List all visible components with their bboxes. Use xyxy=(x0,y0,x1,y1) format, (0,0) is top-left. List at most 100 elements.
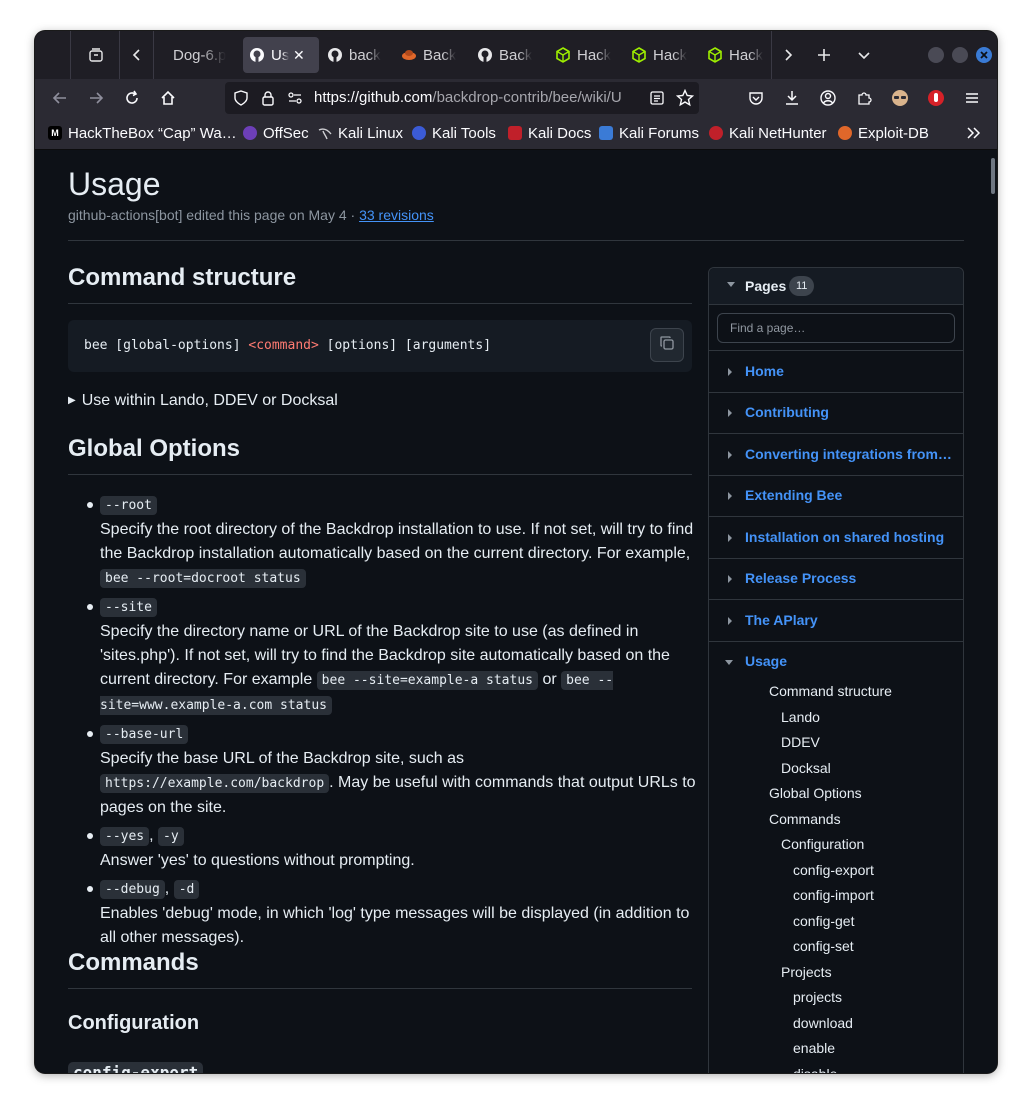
tab-manager-icon[interactable] xyxy=(80,39,112,71)
extensions-icon[interactable] xyxy=(850,84,878,112)
reader-view-icon[interactable] xyxy=(649,90,665,111)
kali-docs-icon xyxy=(508,126,522,140)
menu-hamburger-icon[interactable] xyxy=(958,84,986,112)
toc-item[interactable]: download xyxy=(793,1015,853,1031)
browser-window: Dog-6.p Us ✕ back Back Back Hack Hack Ha… xyxy=(35,31,997,1073)
toc-item[interactable]: Command structure xyxy=(769,683,892,699)
pages-count-badge: 11 xyxy=(789,276,815,296)
tracking-protection-shield-icon[interactable] xyxy=(233,90,249,111)
bookmark-kali-forums[interactable]: Kali Forums xyxy=(599,123,699,143)
code-part: [options] [arguments] xyxy=(318,338,492,353)
extension-red-icon[interactable] xyxy=(922,84,950,112)
close-tab-icon[interactable]: ✕ xyxy=(293,47,305,64)
pocket-icon[interactable] xyxy=(742,84,770,112)
sidebar-item-the-aplary[interactable]: The APlary xyxy=(745,612,953,628)
code-block: bee [global-options] <command> [options]… xyxy=(68,320,692,372)
close-window-button[interactable] xyxy=(976,47,992,63)
find-page-input[interactable] xyxy=(718,314,962,342)
bookmark-label: Kali Linux xyxy=(338,124,404,142)
details-lando-ddev-docksal[interactable]: ▶ Use within Lando, DDEV or Docksal xyxy=(68,392,338,410)
sidebar-item-usage[interactable]: Usage xyxy=(745,653,953,669)
bookmark-hackthebox-cap[interactable]: M HackTheBox “Cap” Wa… xyxy=(48,123,237,143)
expand-arrow-icon[interactable] xyxy=(728,617,732,625)
copy-button[interactable] xyxy=(650,328,684,362)
scroll-tabs-right-icon[interactable] xyxy=(772,39,804,71)
tab-hackthebox-1[interactable]: Hack xyxy=(555,37,613,73)
pages-header[interactable]: Pages 11 xyxy=(709,268,963,305)
home-icon[interactable] xyxy=(154,84,182,112)
toc-item[interactable]: DDEV xyxy=(781,734,820,750)
reload-icon[interactable] xyxy=(118,84,146,112)
downloads-icon[interactable] xyxy=(778,84,806,112)
sidebar-item-converting-integrations[interactable]: Converting integrations from… xyxy=(745,446,953,462)
toc-item[interactable]: config-export xyxy=(793,862,874,878)
sidebar-item-release-process[interactable]: Release Process xyxy=(745,570,953,586)
forward-arrow-icon[interactable] xyxy=(82,84,110,112)
toc-item[interactable]: projects xyxy=(793,989,842,1005)
expand-arrow-icon[interactable] xyxy=(728,575,732,583)
divider xyxy=(709,475,963,476)
back-arrow-icon[interactable] xyxy=(46,84,74,112)
toc-item[interactable]: Configuration xyxy=(781,836,864,852)
bookmark-kali-tools[interactable]: Kali Tools xyxy=(412,123,496,143)
url-text[interactable]: https://github.com/backdrop-contrib/bee/… xyxy=(314,89,634,106)
scroll-tabs-left-icon[interactable] xyxy=(121,39,153,71)
toc-item[interactable]: config-set xyxy=(793,938,854,954)
tab-backdrop[interactable]: Back xyxy=(401,37,459,73)
expand-arrow-icon[interactable] xyxy=(728,492,732,500)
bookmark-kali-nethunter[interactable]: Kali NetHunter xyxy=(709,123,827,143)
bookmark-offsec[interactable]: OffSec xyxy=(243,123,309,143)
new-tab-icon[interactable] xyxy=(808,39,840,71)
sidebar-item-extending-bee[interactable]: Extending Bee xyxy=(745,487,953,503)
tab-usage-active[interactable]: Us ✕ xyxy=(243,37,319,73)
divider xyxy=(709,641,963,642)
more-bookmarks-chevron-icon[interactable] xyxy=(966,123,982,143)
toc-item[interactable]: Projects xyxy=(781,964,832,980)
permissions-icon[interactable] xyxy=(287,90,303,111)
tab-dog6[interactable]: Dog-6.p xyxy=(163,37,229,73)
toc-item[interactable]: Commands xyxy=(769,811,841,827)
sidebar-item-home[interactable]: Home xyxy=(745,363,953,379)
bookmark-star-icon[interactable] xyxy=(675,88,695,112)
toc-item[interactable]: config-import xyxy=(793,887,874,903)
copy-icon xyxy=(659,335,675,356)
bookmark-exploit-db[interactable]: Exploit-DB xyxy=(838,123,929,143)
maximize-window-button[interactable] xyxy=(952,47,968,63)
address-bar[interactable]: https://github.com/backdrop-contrib/bee/… xyxy=(225,82,699,114)
expand-arrow-icon[interactable] xyxy=(728,409,732,417)
expand-arrow-icon[interactable] xyxy=(728,368,732,376)
toc-item[interactable]: config-get xyxy=(793,913,854,929)
find-page-field[interactable] xyxy=(717,313,962,343)
expand-arrow-icon[interactable] xyxy=(728,534,732,542)
heading-command-structure: Command structure xyxy=(68,264,297,291)
toc-item[interactable]: Lando xyxy=(781,709,820,725)
list-all-tabs-icon[interactable] xyxy=(848,39,880,71)
toc-item[interactable]: disable xyxy=(793,1066,837,1073)
lock-icon[interactable] xyxy=(261,90,275,111)
sidebar-item-contributing[interactable]: Contributing xyxy=(745,404,953,420)
tab-label: Back xyxy=(423,46,457,64)
extension-avatar-icon[interactable] xyxy=(886,84,914,112)
expand-arrow-icon[interactable] xyxy=(728,451,732,459)
tab-back-github[interactable]: back xyxy=(327,37,383,73)
collapse-caret-icon xyxy=(727,282,735,287)
toc-item[interactable]: Docksal xyxy=(781,760,831,776)
scrollbar-thumb[interactable] xyxy=(991,158,995,194)
bullet xyxy=(87,886,93,892)
minimize-window-button[interactable] xyxy=(928,47,944,63)
sidebar-item-installation-shared-hosting[interactable]: Installation on shared hosting xyxy=(745,529,953,545)
toc-item[interactable]: enable xyxy=(793,1040,835,1056)
bullet xyxy=(87,502,93,508)
collapse-arrow-icon[interactable] xyxy=(725,660,733,665)
tab-hackthebox-3[interactable]: Hack xyxy=(707,37,765,73)
tab-hackthebox-2[interactable]: Hack xyxy=(631,37,689,73)
tab-back-github-2[interactable]: Back xyxy=(477,37,535,73)
kali-tools-icon xyxy=(412,126,426,140)
list-item: --base-url Specify the base URL of the B… xyxy=(68,722,698,820)
heading-config-export: config-export xyxy=(68,1062,204,1073)
bookmark-kali-linux[interactable]: Kali Linux xyxy=(318,123,403,143)
account-icon[interactable] xyxy=(814,84,842,112)
revisions-link[interactable]: 33 revisions xyxy=(359,207,434,223)
bookmark-kali-docs[interactable]: Kali Docs xyxy=(508,123,591,143)
toc-item[interactable]: Global Options xyxy=(769,785,862,801)
